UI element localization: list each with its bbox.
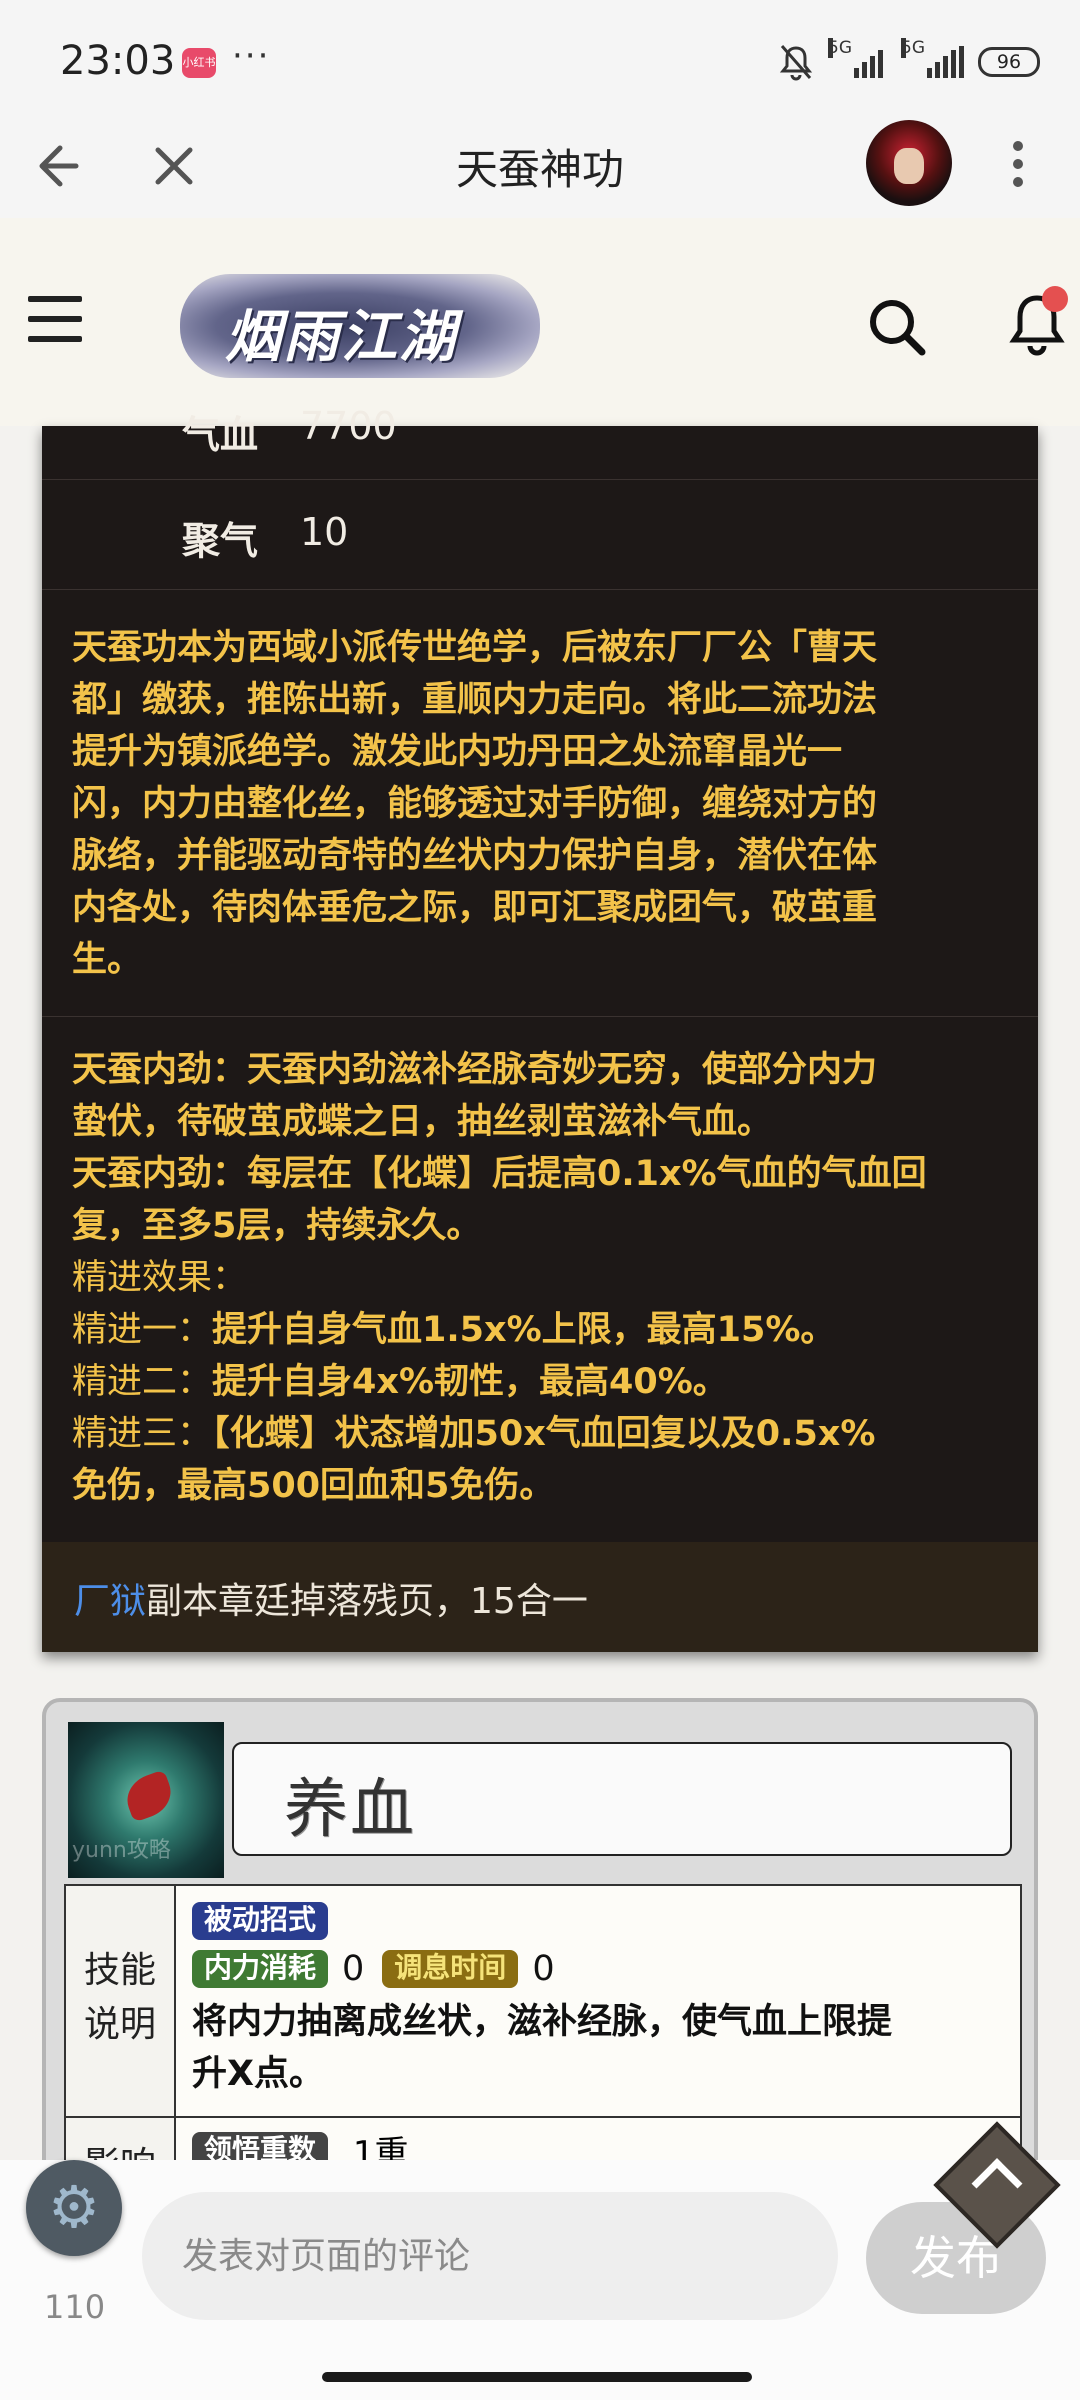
refine-label: 精进二： [72, 1362, 213, 1402]
mute-bell-icon [779, 45, 813, 81]
refine-line: 精进二：提升自身4x%韧性，最高40%。 [72, 1356, 1022, 1408]
divider [42, 1016, 1038, 1017]
refine-header: 精进效果： [72, 1258, 248, 1298]
stat-label: 气血 [182, 413, 259, 457]
description-line: 闪，内力由整化丝，能够透过对手防御，缠绕对方的 [72, 784, 878, 824]
stat-row-hp: 气血 7700 [42, 400, 1038, 480]
skill-yangxue-icon: yunn攻略 [68, 1722, 224, 1878]
tag-passive: 被动招式 [192, 1902, 329, 1940]
refine-label: 精进三： [72, 1414, 213, 1454]
skill-name-box: 养血 [232, 1742, 1012, 1856]
menu-icon[interactable] [28, 296, 84, 344]
refine-line: 精进一：提升自身气血1.5x%上限，最高15%。 [72, 1304, 1022, 1356]
status-time: 23:03 [60, 38, 176, 84]
skill-desc-label-line: 技能 [83, 1950, 156, 1991]
stat-value: 10 [300, 510, 349, 554]
source-info: 厂狱副本章廷掉落残页，15合一 [42, 1542, 1038, 1652]
description-line: 内各处，待肉体垂危之际，即可汇聚成团气，破茧重 [72, 888, 878, 928]
battery-icon: 96 [978, 47, 1040, 77]
skill-info-card: 气血 7700 聚气 10 天蚕功本为西域小派传世绝学，后被东厂厂公「曹天 都」… [42, 404, 1038, 1652]
nav-bar: 天蚕神功 [0, 120, 1080, 218]
site-logo-text: 烟雨江湖 [225, 304, 457, 370]
skill-desc-label-line: 说明 [83, 2004, 156, 2045]
refine-text: 提升自身气血1.5x%上限，最高15%。 [212, 1310, 836, 1350]
refine-line: 免伤，最高500回血和5免伤。 [72, 1466, 555, 1506]
refine-label: 精进一： [72, 1310, 213, 1350]
skill-name: 养血 [284, 1773, 416, 1847]
effect-line: 天蚕内劲：每层在【化蝶】后提高0.1x%气血的气血回 [72, 1154, 927, 1194]
source-link[interactable]: 厂狱 [74, 1581, 146, 1622]
skill-desc-cell: 被动招式 内力消耗 0 调息时间 0 将内力抽离成丝状，滋补经脉，使气血上限提 升X点… [178, 1886, 1022, 2116]
refine-line: 精进三：【化蝶】状态增加50x气血回复以及0.5x% [72, 1408, 1022, 1460]
settings-gear-icon[interactable]: ⚙ [26, 2160, 122, 2256]
cooldown-value: 0 [532, 1949, 555, 1989]
more-notifications-icon: ··· [232, 36, 271, 76]
tag-mp-cost: 内力消耗 [192, 1950, 329, 1988]
signal-icon-2: 5G [901, 38, 964, 78]
description-line: 提升为镇派绝学。激发此内功丹田之处流窜晶光一 [72, 732, 843, 772]
refine-text: 提升自身4x%韧性，最高40%。 [212, 1362, 728, 1402]
site-header: 烟雨江湖 [0, 218, 1080, 426]
status-right-group: 5G 5G 96 [776, 38, 1040, 84]
description-line: 脉络，并能驱动奇特的丝状内力保护自身，潜伏在体 [72, 836, 878, 876]
comment-input[interactable] [142, 2192, 838, 2320]
home-indicator[interactable] [322, 2372, 752, 2382]
skill-effects: 天蚕内劲：天蚕内劲滋补经脉奇妙无穷，使部分内力 蛰伏，待破茧成蝶之日，抽丝剥茧滋… [72, 1044, 1022, 1512]
skill-desc-text: 将内力抽离成丝状，滋补经脉，使气血上限提 升X点。 [192, 1996, 1008, 2100]
more-vertical-icon[interactable] [1000, 134, 1036, 194]
search-icon[interactable] [866, 296, 928, 358]
notification-badge [1042, 286, 1068, 312]
screen: 23:03 小红书 ··· 5G 5G 96 天蚕神功 烟雨江湖 气血 7700… [0, 0, 1080, 2400]
avatar[interactable] [866, 120, 952, 206]
tag-cooldown: 调息时间 [382, 1950, 519, 1988]
stat-label: 聚气 [182, 519, 259, 563]
description-line: 生。 [72, 940, 143, 980]
mp-cost-value: 0 [342, 1949, 365, 1989]
skill-description: 天蚕功本为西域小派传世绝学，后被东厂厂公「曹天 都」缴获，推陈出新，重顺内力走向… [72, 622, 1022, 986]
stat-row-juqi: 聚气 10 [42, 480, 1038, 590]
skill-desc-line: 升X点。 [192, 2054, 324, 2094]
skill-desc-label: 技能 说明 [66, 1886, 176, 2116]
site-logo[interactable]: 烟雨江湖 [180, 274, 540, 378]
refine-text: 【化蝶】状态增加50x气血回复以及0.5x% [212, 1414, 876, 1454]
description-line: 都」缴获，推陈出新，重顺内力走向。将此二流功法 [72, 680, 878, 720]
effect-line: 天蚕内劲：天蚕内劲滋补经脉奇妙无穷，使部分内力 [72, 1050, 878, 1090]
notification-bell-icon[interactable] [1004, 286, 1070, 358]
effect-line: 蛰伏，待破茧成蝶之日，抽丝剥茧滋补气血。 [72, 1102, 773, 1142]
effect-line: 复，至多5层，持续永久。 [72, 1206, 482, 1246]
skill-desc-line: 将内力抽离成丝状，滋补经脉，使气血上限提 [192, 2002, 893, 2042]
description-line: 天蚕功本为西域小派传世绝学，后被东厂厂公「曹天 [72, 628, 878, 668]
stat-value: 7700 [300, 404, 397, 448]
app-notification-icon: 小红书 [182, 48, 216, 78]
signal-icon-1: 5G [828, 38, 883, 78]
table-divider [66, 2116, 1022, 2118]
comment-count: 110 [44, 2288, 106, 2326]
comment-bar: ⚙ 110 发布 [0, 2160, 1080, 2400]
icon-watermark: yunn攻略 [72, 1838, 171, 1863]
source-text: 副本章廷掉落残页，15合一 [146, 1581, 588, 1622]
status-bar: 23:03 小红书 ··· 5G 5G 96 [0, 0, 1080, 120]
